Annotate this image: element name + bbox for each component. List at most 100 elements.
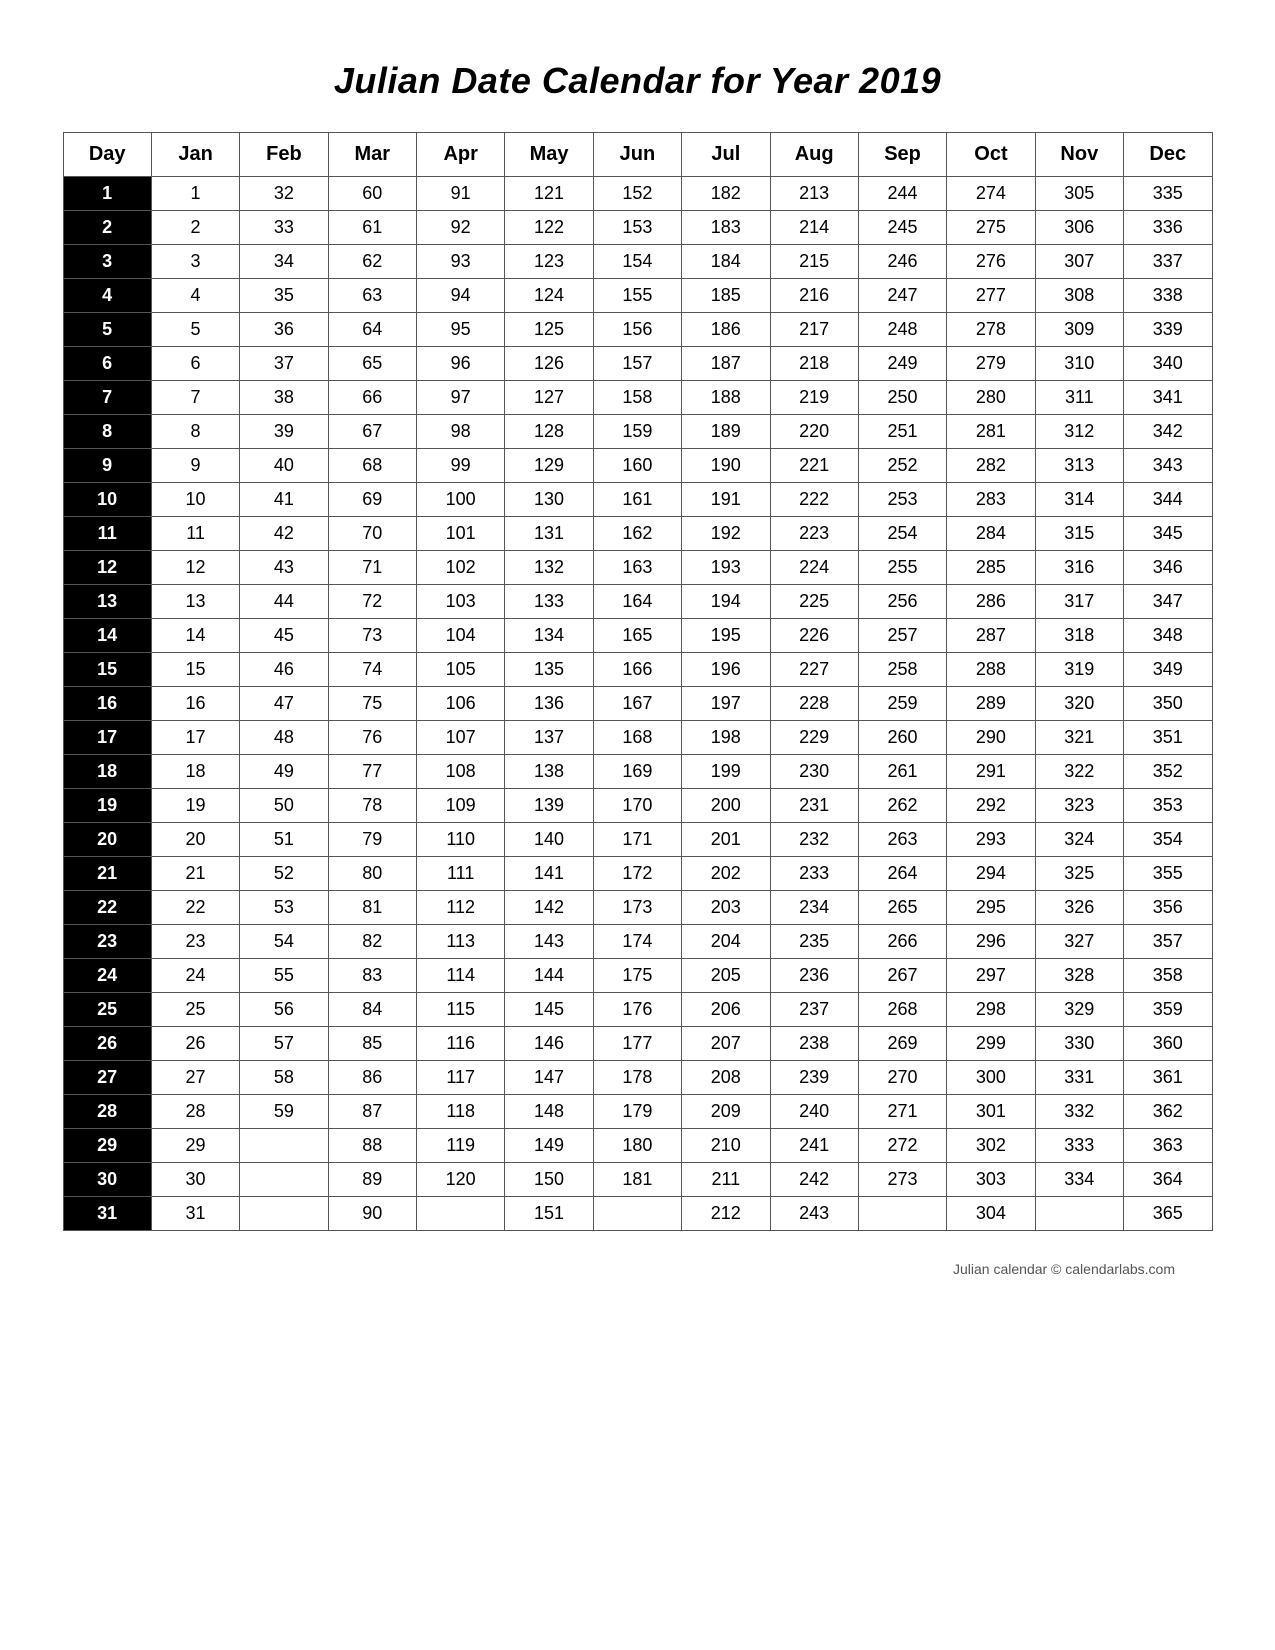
value-cell-jun: 171 [593,823,681,857]
column-header-jul: Jul [682,133,770,177]
value-cell-mar: 80 [328,857,416,891]
table-row: 12124371102132163193224255285316346 [63,551,1212,585]
value-cell-sep: 259 [858,687,946,721]
value-cell-jan: 18 [151,755,239,789]
value-cell-apr: 104 [417,619,505,653]
value-cell-jul: 185 [682,279,770,313]
value-cell-may: 130 [505,483,593,517]
value-cell-jun: 155 [593,279,681,313]
value-cell-jan: 10 [151,483,239,517]
value-cell-apr: 108 [417,755,505,789]
value-cell-dec: 342 [1124,415,1213,449]
value-cell-mar: 69 [328,483,416,517]
value-cell-jan: 26 [151,1027,239,1061]
value-cell-aug: 217 [770,313,858,347]
value-cell-jan: 5 [151,313,239,347]
value-cell-apr: 116 [417,1027,505,1061]
day-cell: 12 [63,551,151,585]
value-cell-jun: 167 [593,687,681,721]
value-cell-nov: 311 [1035,381,1123,415]
column-header-feb: Feb [240,133,328,177]
value-cell-jun: 174 [593,925,681,959]
value-cell-jun: 181 [593,1163,681,1197]
value-cell-mar: 62 [328,245,416,279]
value-cell-oct: 297 [947,959,1035,993]
value-cell-mar: 79 [328,823,416,857]
value-cell-may: 129 [505,449,593,483]
value-cell-oct: 284 [947,517,1035,551]
value-cell-oct: 289 [947,687,1035,721]
value-cell-jul: 186 [682,313,770,347]
value-cell-mar: 76 [328,721,416,755]
value-cell-feb [240,1129,328,1163]
value-cell-nov: 319 [1035,653,1123,687]
day-cell: 13 [63,585,151,619]
value-cell-may: 146 [505,1027,593,1061]
value-cell-aug: 230 [770,755,858,789]
value-cell-jan: 24 [151,959,239,993]
value-cell-sep: 255 [858,551,946,585]
value-cell-jul: 192 [682,517,770,551]
value-cell-jan: 15 [151,653,239,687]
value-cell-jul: 197 [682,687,770,721]
value-cell-may: 122 [505,211,593,245]
table-row: 23235482113143174204235266296327357 [63,925,1212,959]
value-cell-feb: 47 [240,687,328,721]
value-cell-aug: 220 [770,415,858,449]
value-cell-feb: 45 [240,619,328,653]
table-row: 55366495125156186217248278309339 [63,313,1212,347]
value-cell-jun: 164 [593,585,681,619]
value-cell-sep: 264 [858,857,946,891]
value-cell-sep: 249 [858,347,946,381]
value-cell-nov: 328 [1035,959,1123,993]
value-cell-nov: 308 [1035,279,1123,313]
value-cell-jun: 172 [593,857,681,891]
value-cell-oct: 290 [947,721,1035,755]
value-cell-nov: 315 [1035,517,1123,551]
value-cell-jun: 162 [593,517,681,551]
value-cell-oct: 298 [947,993,1035,1027]
value-cell-jan: 21 [151,857,239,891]
value-cell-apr [417,1197,505,1231]
value-cell-oct: 277 [947,279,1035,313]
table-row: 16164775106136167197228259289320350 [63,687,1212,721]
table-row: 22225381112142173203234265295326356 [63,891,1212,925]
table-row: 11114270101131162192223254284315345 [63,517,1212,551]
value-cell-feb [240,1163,328,1197]
value-cell-jul: 182 [682,177,770,211]
value-cell-apr: 105 [417,653,505,687]
value-cell-aug: 231 [770,789,858,823]
value-cell-mar: 82 [328,925,416,959]
julian-calendar-table: DayJanFebMarAprMayJunJulAugSepOctNovDec … [63,132,1213,1231]
value-cell-oct: 294 [947,857,1035,891]
value-cell-jun: 176 [593,993,681,1027]
value-cell-oct: 300 [947,1061,1035,1095]
value-cell-jul: 207 [682,1027,770,1061]
day-cell: 4 [63,279,151,313]
value-cell-jul: 209 [682,1095,770,1129]
day-cell: 20 [63,823,151,857]
value-cell-mar: 71 [328,551,416,585]
value-cell-apr: 92 [417,211,505,245]
day-cell: 28 [63,1095,151,1129]
value-cell-feb: 48 [240,721,328,755]
column-header-mar: Mar [328,133,416,177]
footer-text: Julian calendar © calendarlabs.com [953,1261,1235,1277]
value-cell-may: 145 [505,993,593,1027]
value-cell-jun: 170 [593,789,681,823]
value-cell-apr: 119 [417,1129,505,1163]
value-cell-feb: 33 [240,211,328,245]
value-cell-nov: 314 [1035,483,1123,517]
value-cell-oct: 281 [947,415,1035,449]
value-cell-aug: 213 [770,177,858,211]
value-cell-apr: 112 [417,891,505,925]
value-cell-aug: 214 [770,211,858,245]
value-cell-sep: 262 [858,789,946,823]
value-cell-apr: 114 [417,959,505,993]
value-cell-oct: 291 [947,755,1035,789]
value-cell-apr: 100 [417,483,505,517]
value-cell-oct: 288 [947,653,1035,687]
value-cell-oct: 274 [947,177,1035,211]
value-cell-aug: 227 [770,653,858,687]
value-cell-jan: 17 [151,721,239,755]
